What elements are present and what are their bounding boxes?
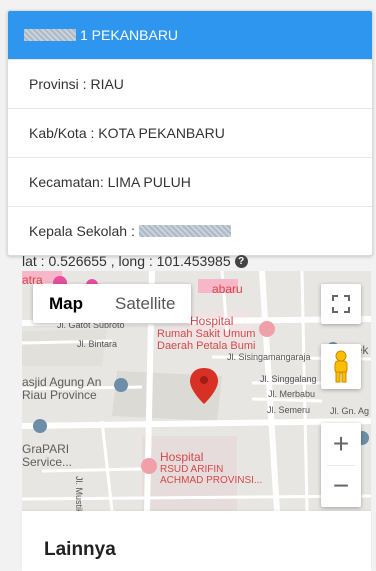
school-info-card: 1 PEKANBARU Provinsi : RIAU Kab/Kota : K… — [7, 10, 373, 256]
map-label-semeru: Jl. Semeru — [267, 405, 311, 415]
city-label: Kab/Kota : KOTA PEKANBARU — [29, 125, 225, 141]
question-circle-icon[interactable]: ? — [234, 254, 248, 268]
map-label-gn: Jl. Gn. Ag — [330, 406, 370, 416]
map-label-hospital1-name2: Daerah Petala Bumi — [157, 340, 256, 352]
zoom-out-button[interactable]: − — [321, 466, 361, 507]
map-label-hospital1: Hospital — [190, 314, 234, 328]
province-label: Provinsi : RIAU — [29, 76, 124, 92]
map-label-mosque1: asjid Agung An — [22, 375, 102, 389]
map-label-sisinga: Jl. Sisingamangaraja — [227, 352, 311, 362]
coordinates-text: lat : 0.526655 , long : 101.453985 — [22, 253, 231, 269]
map-label-grapari1: GraPARI — [22, 442, 70, 456]
school-name-header: 1 PEKANBARU — [8, 11, 372, 59]
city-row: Kab/Kota : KOTA PEKANBARU — [8, 108, 372, 157]
fullscreen-button[interactable] — [321, 284, 361, 324]
district-row: Kecamatan: LIMA PULUH — [8, 157, 372, 206]
street-view-pegman[interactable] — [321, 344, 361, 389]
zoom-control: + − — [321, 423, 361, 507]
map-type-control: Map Satellite — [33, 284, 192, 323]
map-label-grapari2: Service... — [22, 455, 73, 469]
lainnya-title: Lainnya — [44, 539, 116, 560]
map-label-bintara: Jl. Bintara — [77, 339, 118, 349]
province-row: Provinsi : RIAU — [8, 59, 372, 108]
district-label: Kecamatan: LIMA PULUH — [29, 174, 191, 190]
map-label-hospital2: Hospital — [160, 450, 204, 464]
map-label-singgalang: Jl. Singgalang — [260, 374, 317, 384]
pegman-icon — [334, 350, 348, 382]
map-type-map-button[interactable]: Map — [33, 284, 99, 323]
map-label-hospital2-name2: ACHMAD PROVINSI... — [160, 475, 263, 486]
zoom-in-button[interactable]: + — [321, 424, 361, 465]
principal-label: Kepala Sekolah : — [29, 223, 135, 239]
map-label-top-middle: abaru — [212, 282, 243, 296]
coordinates-readout: lat : 0.526655 , long : 101.453985 ? — [22, 253, 248, 269]
school-name: 1 PEKANBARU — [80, 27, 179, 43]
map-view[interactable]: atra abaru Hospital Rumah Sakit Umum Dae… — [22, 271, 371, 511]
fullscreen-icon — [332, 295, 350, 313]
principal-row: Kepala Sekolah : — [8, 206, 372, 255]
redacted-school-number — [24, 29, 76, 41]
redacted-principal-name — [138, 225, 231, 237]
lainnya-section: Lainnya — [22, 511, 371, 571]
map-label-mustika: Jl. Mustika — [74, 476, 84, 511]
map-label-mosque2: Riau Province — [22, 388, 97, 402]
map-label-hospital1-name1: Rumah Sakit Umum — [157, 328, 256, 340]
map-type-satellite-button[interactable]: Satellite — [99, 284, 191, 323]
map-label-merbabu: Jl. Merbabu — [268, 389, 316, 399]
